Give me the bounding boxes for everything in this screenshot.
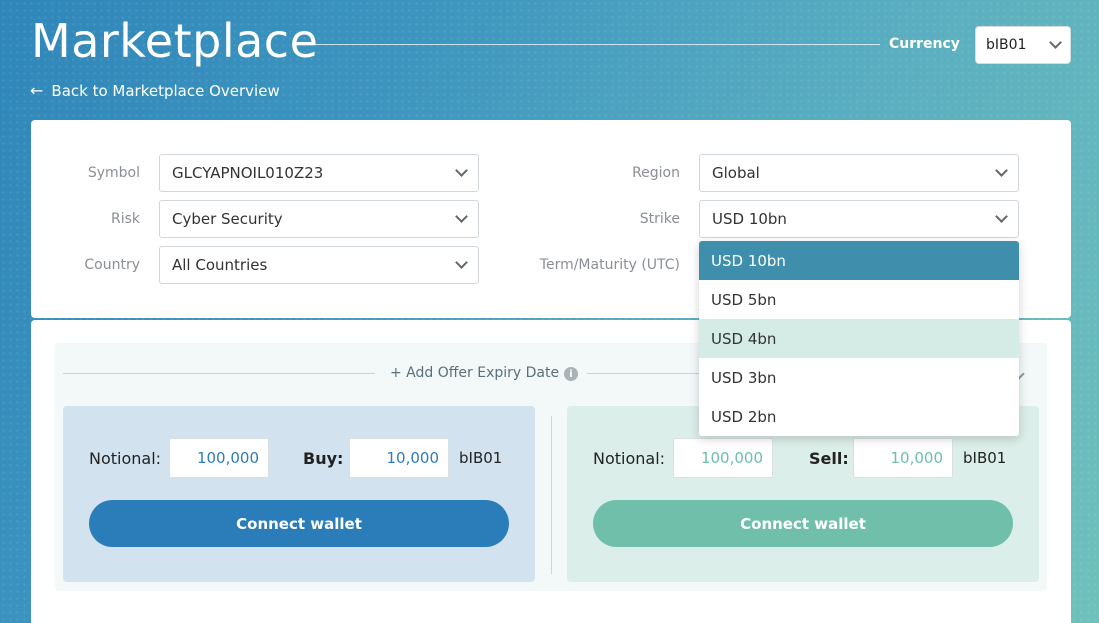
country-label: Country bbox=[84, 257, 140, 273]
strike-select[interactable]: USD 10bn bbox=[699, 200, 1019, 238]
region-select[interactable]: Global bbox=[699, 154, 1019, 192]
strike-option[interactable]: USD 3bn bbox=[699, 358, 1019, 397]
buy-label: Buy: bbox=[303, 449, 344, 468]
buy-amount-input[interactable]: 10,000 bbox=[349, 438, 449, 478]
strike-value: USD 10bn bbox=[712, 210, 787, 228]
symbol-label: Symbol bbox=[87, 165, 140, 181]
term-label: Term/Maturity (UTC) bbox=[539, 257, 680, 273]
info-icon[interactable]: i bbox=[564, 367, 578, 381]
chevron-down-icon bbox=[455, 164, 468, 177]
arrow-left-icon: ← bbox=[30, 81, 44, 100]
sell-notional-label: Notional: bbox=[593, 449, 666, 468]
chevron-down-icon bbox=[455, 256, 468, 269]
expiry-divider-left bbox=[63, 373, 375, 374]
region-label: Region bbox=[632, 165, 680, 181]
sell-notional-input[interactable]: 100,000 bbox=[673, 438, 773, 478]
sell-label: Sell: bbox=[809, 449, 849, 468]
back-link-label: Back to Marketplace Overview bbox=[51, 82, 280, 100]
currency-value: bIB01 bbox=[986, 37, 1027, 53]
sell-unit: bIB01 bbox=[963, 449, 1007, 467]
buy-connect-wallet-button[interactable]: Connect wallet bbox=[89, 500, 509, 547]
risk-select[interactable]: Cyber Security bbox=[159, 200, 479, 238]
symbol-select[interactable]: GLCYAPNOIL010Z23 bbox=[159, 154, 479, 192]
buy-unit: bIB01 bbox=[459, 449, 503, 467]
strike-option[interactable]: USD 5bn bbox=[699, 280, 1019, 319]
chevron-down-icon bbox=[995, 210, 1008, 223]
card-divider bbox=[551, 416, 552, 574]
chevron-down-icon bbox=[455, 210, 468, 223]
symbol-value: GLCYAPNOIL010Z23 bbox=[172, 164, 324, 182]
buy-card bbox=[63, 406, 535, 582]
chevron-down-icon bbox=[995, 164, 1008, 177]
risk-value: Cyber Security bbox=[172, 210, 283, 228]
risk-label: Risk bbox=[110, 211, 140, 227]
sell-connect-wallet-button[interactable]: Connect wallet bbox=[593, 500, 1013, 547]
expiry-divider-right bbox=[587, 373, 707, 374]
strike-dropdown-menu: USD 10bn USD 5bn USD 4bn USD 3bn USD 2bn bbox=[699, 241, 1019, 436]
page-title: Marketplace bbox=[31, 14, 319, 68]
country-value: All Countries bbox=[172, 256, 268, 274]
add-offer-expiry-link[interactable]: + Add Offer Expiry Date bbox=[390, 365, 559, 381]
buy-notional-input[interactable]: 100,000 bbox=[169, 438, 269, 478]
strike-label: Strike bbox=[639, 211, 680, 227]
back-link[interactable]: ← Back to Marketplace Overview bbox=[30, 82, 280, 100]
strike-option[interactable]: USD 2bn bbox=[699, 397, 1019, 436]
title-divider bbox=[314, 44, 880, 45]
region-value: Global bbox=[712, 164, 760, 182]
country-select[interactable]: All Countries bbox=[159, 246, 479, 284]
currency-label: Currency bbox=[889, 36, 960, 52]
chevron-down-icon bbox=[1049, 36, 1062, 49]
buy-notional-label: Notional: bbox=[89, 449, 162, 468]
currency-select[interactable]: bIB01 bbox=[975, 26, 1071, 64]
strike-option[interactable]: USD 4bn bbox=[699, 319, 1019, 358]
sell-amount-input[interactable]: 10,000 bbox=[853, 438, 953, 478]
strike-option[interactable]: USD 10bn bbox=[699, 241, 1019, 280]
